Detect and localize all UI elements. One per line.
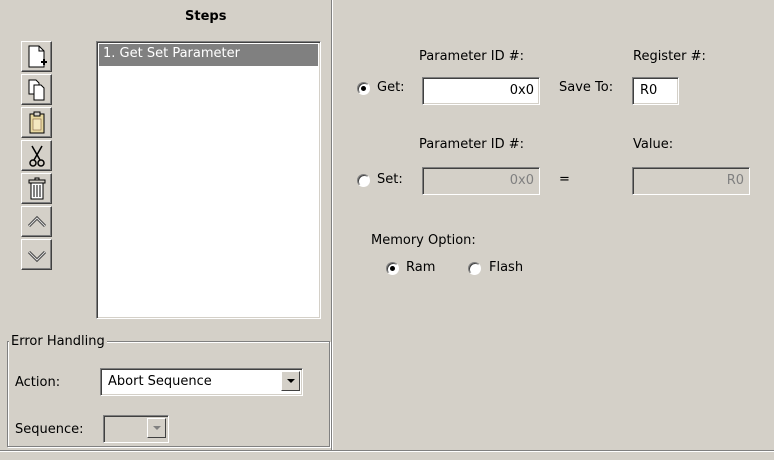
copy-icon [28,79,44,100]
cut-button[interactable] [21,140,52,171]
set-label: Set: [377,172,403,187]
flash-radio[interactable] [468,262,481,275]
chevron-down-icon [152,426,161,430]
flash-label: Flash [489,260,524,275]
delete-icon [28,177,45,199]
move-up-button[interactable] [21,206,52,237]
list-item[interactable]: 1. Get Set Parameter [99,44,318,66]
get-param-label: Parameter ID #: [419,49,525,64]
action-select-value: Abort Sequence [108,374,212,389]
get-label: Get: [377,80,405,95]
value-label: Value: [633,137,674,152]
steps-list[interactable]: 1. Get Set Parameter [96,41,321,319]
chevron-down-icon [286,379,295,383]
paste-button[interactable] [21,107,52,138]
get-radio[interactable] [357,82,370,95]
move-up-icon [27,215,46,227]
delete-button[interactable] [21,173,52,204]
move-down-icon [27,250,46,262]
error-handling-legend: Error Handling [9,334,107,349]
register-label: Register #: [633,49,706,64]
copy-button[interactable] [21,74,52,105]
set-param-label: Parameter ID #: [419,137,525,152]
action-select[interactable]: Abort Sequence [100,368,303,396]
new-step-icon [28,45,47,67]
equals-label: = [559,172,570,187]
new-step-button[interactable] [21,41,52,72]
save-to-label: Save To: [559,80,614,95]
register-input[interactable]: R0 [632,77,679,105]
action-dropdown-button[interactable] [281,371,300,391]
sequence-dropdown-button [147,418,166,438]
ram-label: Ram [406,260,436,275]
set-param-id-input: 0x0 [422,167,540,195]
action-label: Action: [15,375,61,390]
sequence-select [103,415,169,443]
cut-icon [28,145,45,167]
memory-option-label: Memory Option: [371,233,476,248]
set-value-input: R0 [632,167,750,195]
steps-title: Steps [185,9,227,24]
ram-radio[interactable] [386,262,399,275]
paste-icon [29,111,44,133]
sequence-label: Sequence: [15,422,84,437]
set-radio[interactable] [357,174,370,187]
get-param-id-input[interactable]: 0x0 [422,77,540,105]
move-down-button[interactable] [21,239,52,270]
